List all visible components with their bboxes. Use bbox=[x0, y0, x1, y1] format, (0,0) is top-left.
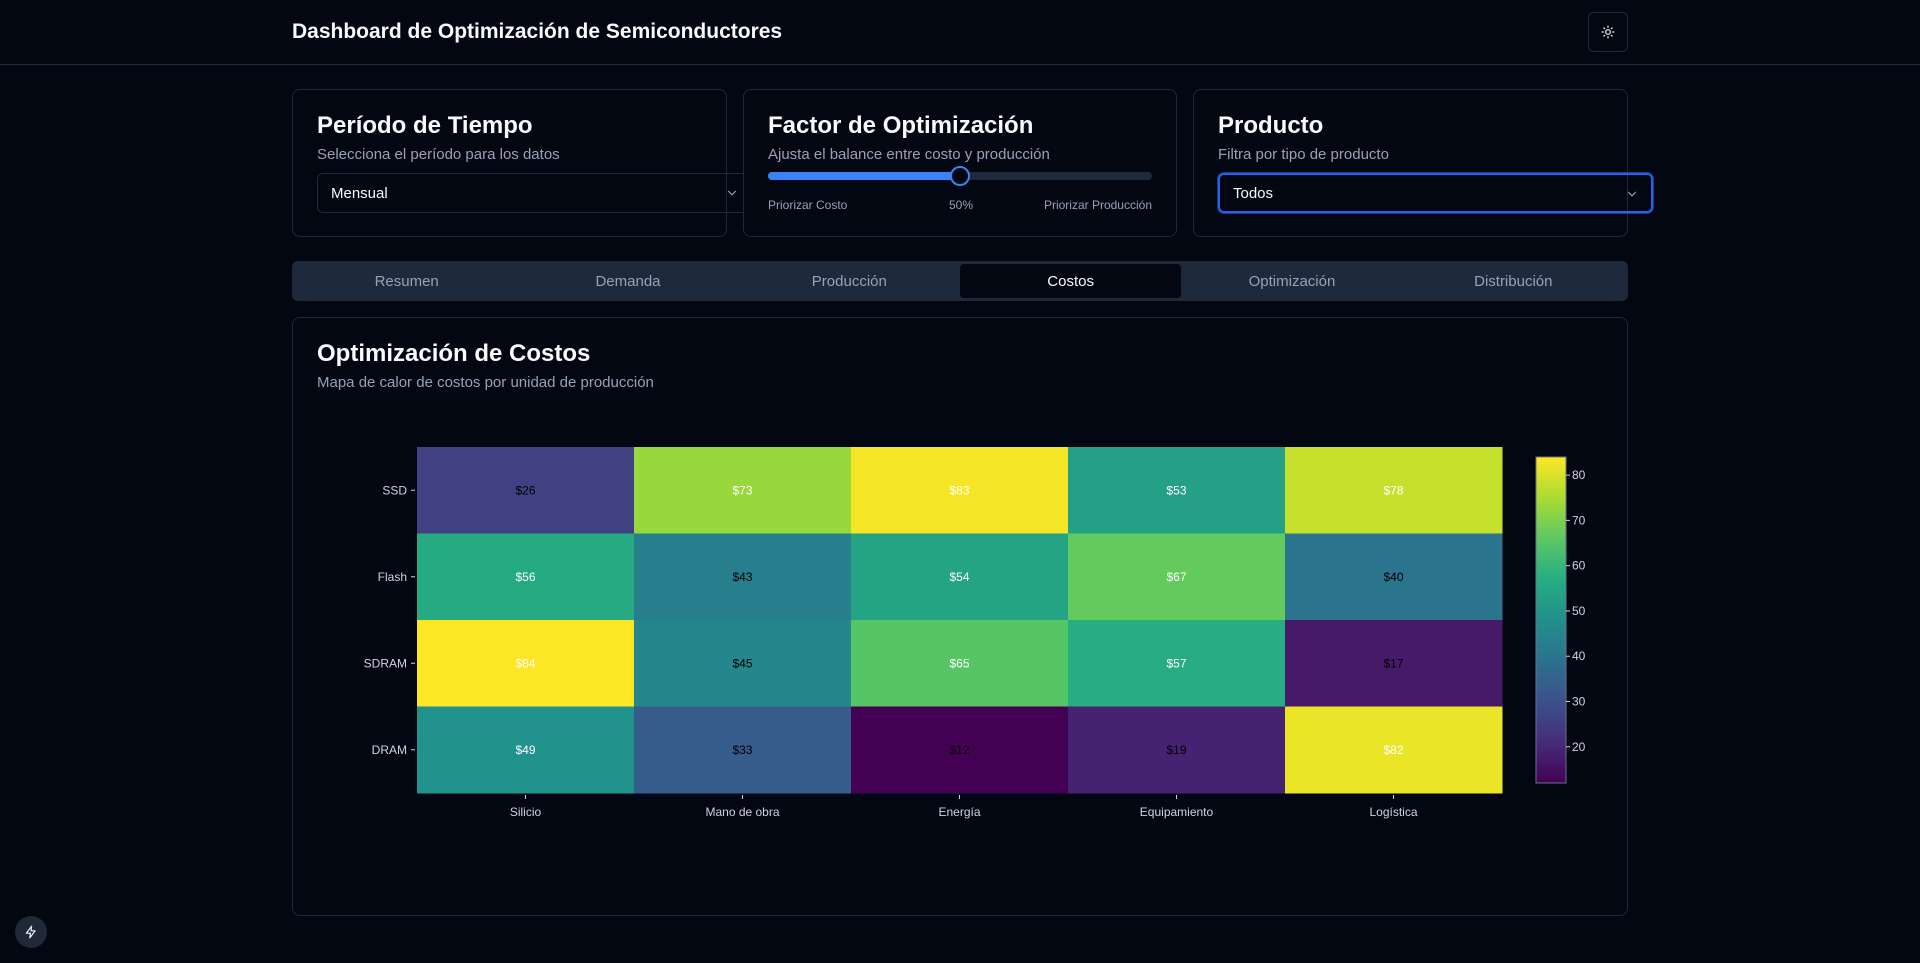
cell-label: $53 bbox=[1166, 483, 1186, 497]
tab-demanda[interactable]: Demanda bbox=[517, 264, 738, 298]
colorbar-tick-label: 70 bbox=[1572, 513, 1586, 527]
period-description: Selecciona el período para los datos bbox=[317, 146, 560, 163]
colorbar-tick-label: 30 bbox=[1572, 695, 1586, 709]
product-description: Filtra por tipo de producto bbox=[1218, 146, 1389, 163]
cell-label: $40 bbox=[1383, 570, 1403, 584]
y-tick-label: Flash bbox=[378, 570, 407, 584]
colorbar-tick-label: 20 bbox=[1572, 740, 1586, 754]
cell-label: $84 bbox=[515, 656, 535, 670]
cell-label: $49 bbox=[515, 743, 535, 757]
y-tick-label: SSD bbox=[382, 483, 407, 497]
period-title: Período de Tiempo bbox=[317, 112, 533, 139]
cell-label: $17 bbox=[1383, 656, 1403, 670]
tab-resumen[interactable]: Resumen bbox=[296, 264, 517, 298]
tab-distribucion[interactable]: Distribución bbox=[1403, 264, 1624, 298]
cell-label: $19 bbox=[1166, 743, 1186, 757]
slider-thumb[interactable] bbox=[950, 166, 970, 186]
product-card: Producto Filtra por tipo de producto Tod… bbox=[1193, 89, 1653, 237]
optimization-slider[interactable] bbox=[768, 166, 1152, 186]
colorbar-tick-label: 40 bbox=[1572, 649, 1586, 663]
cell-label: $43 bbox=[732, 570, 752, 584]
product-select[interactable]: Todos bbox=[1218, 173, 1653, 213]
y-tick-label: DRAM bbox=[372, 743, 407, 757]
x-tick-label: Mano de obra bbox=[705, 805, 779, 819]
product-select-value: Todos bbox=[1233, 184, 1274, 202]
y-tick-label: SDRAM bbox=[364, 656, 407, 670]
cell-label: $78 bbox=[1383, 483, 1403, 497]
cell-label: $56 bbox=[515, 570, 535, 584]
chevron-down-icon bbox=[1627, 191, 1637, 197]
slider-max-label: Priorizar Producción bbox=[1043, 198, 1152, 212]
colorbar-tick-label: 80 bbox=[1572, 468, 1586, 482]
tab-optimizacion[interactable]: Optimización bbox=[1181, 264, 1402, 298]
tab-costos[interactable]: Costos bbox=[959, 264, 1182, 298]
x-tick-label: Logística bbox=[1369, 805, 1417, 819]
x-tick-label: Equipamiento bbox=[1140, 805, 1214, 819]
top-bar: Dashboard de Optimización de Semiconduct… bbox=[0, 0, 1920, 65]
optimization-card: Factor de Optimización Ajusta el balance… bbox=[743, 89, 1177, 237]
app-title: Dashboard de Optimización de Semiconduct… bbox=[292, 20, 783, 43]
theme-toggle-button[interactable] bbox=[1588, 12, 1628, 52]
period-select[interactable]: Mensual bbox=[317, 173, 752, 213]
optimization-title: Factor de Optimización bbox=[768, 112, 1034, 139]
cost-heatmap: $26 $73 $83 $53 $78 $56 $43 $54 $67 $40 $84 $45 $65 $… bbox=[364, 447, 1586, 819]
x-tick-label: Silicio bbox=[510, 805, 542, 819]
bolt-icon bbox=[25, 925, 36, 939]
cell-label: $45 bbox=[732, 656, 752, 670]
bolt-button[interactable] bbox=[15, 916, 47, 948]
cell-label: $33 bbox=[732, 743, 752, 757]
colorbar bbox=[1535, 456, 1567, 784]
cell-label: $73 bbox=[732, 483, 752, 497]
cost-panel: Optimización de Costos Mapa de calor de … bbox=[292, 317, 1628, 916]
colorbar-tick-label: 60 bbox=[1572, 559, 1586, 573]
cell-label: $57 bbox=[1166, 656, 1186, 670]
chevron-down-icon bbox=[727, 190, 737, 196]
tab-list: Resumen Demanda Producción Costos Optimi… bbox=[292, 261, 1628, 301]
cell-label: $83 bbox=[949, 483, 969, 497]
period-card: Período de Tiempo Selecciona el período … bbox=[292, 89, 752, 237]
product-title: Producto bbox=[1218, 112, 1324, 139]
x-tick-label: Energía bbox=[938, 805, 980, 819]
cell-label: $65 bbox=[949, 656, 969, 670]
cell-label: $54 bbox=[949, 570, 969, 584]
panel-title: Optimización de Costos bbox=[317, 340, 591, 367]
cell-label: $67 bbox=[1166, 570, 1186, 584]
cell-label: $12 bbox=[949, 743, 969, 757]
period-select-value: Mensual bbox=[331, 184, 388, 202]
slider-fill bbox=[768, 172, 960, 180]
colorbar-tick-label: 50 bbox=[1572, 604, 1586, 618]
sun-icon bbox=[1601, 25, 1615, 39]
cell-label: $82 bbox=[1383, 743, 1403, 757]
optimization-description: Ajusta el balance entre costo y producci… bbox=[768, 146, 1050, 163]
cell-label: $26 bbox=[515, 483, 535, 497]
tab-produccion[interactable]: Producción bbox=[739, 264, 960, 298]
panel-description: Mapa de calor de costos por unidad de pr… bbox=[317, 374, 654, 391]
